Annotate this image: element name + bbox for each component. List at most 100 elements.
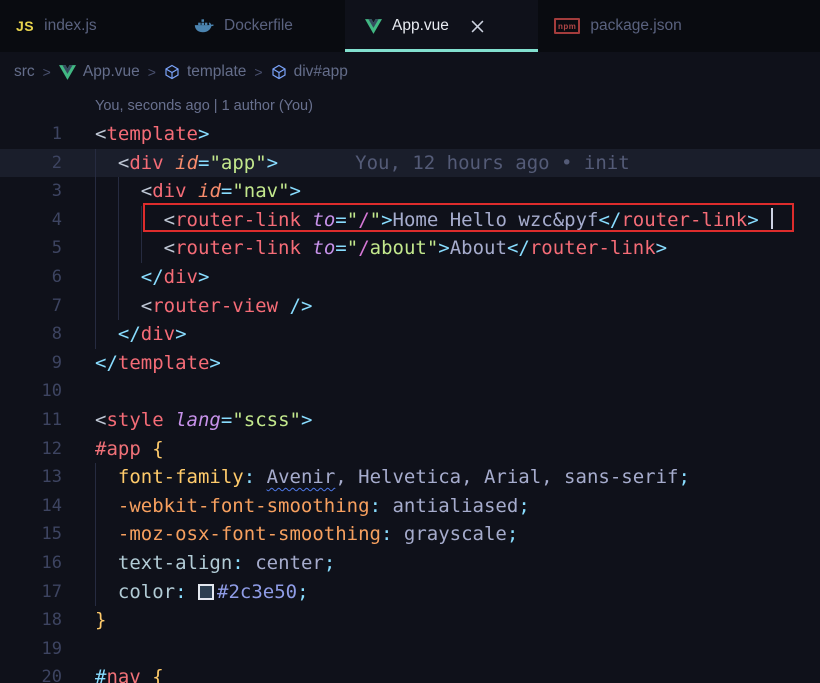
code-line[interactable]: 19	[0, 635, 820, 664]
token: </	[118, 323, 141, 345]
token: color	[118, 581, 175, 603]
token: ;	[324, 552, 335, 574]
code-line[interactable]: 11<style lang="scss">	[0, 406, 820, 435]
breadcrumb-item-src[interactable]: src	[14, 63, 35, 81]
breadcrumb-item-template[interactable]: template	[164, 63, 246, 81]
code-text: </template>	[95, 349, 221, 378]
code-text: <router-link to="/">Home Hello wzc&pyf</…	[95, 206, 773, 235]
tab-app-vue[interactable]: App.vue	[345, 0, 538, 52]
token	[95, 552, 118, 574]
token: </	[598, 209, 621, 231]
token: =	[221, 180, 232, 202]
close-icon[interactable]	[471, 20, 484, 33]
code-line[interactable]: 9 </template>	[0, 349, 820, 378]
tab-dockerfile[interactable]: Dockerfile	[168, 0, 345, 52]
token: /	[358, 209, 369, 231]
code-line[interactable]: 17 color: #2c3e50;	[0, 578, 820, 607]
code-text: -moz-osx-font-smoothing: grayscale;	[95, 520, 518, 549]
line-number: 4	[0, 206, 62, 235]
inline-blame-annotation: You, 12 hours ago • init	[355, 152, 630, 174]
code-line[interactable]: 18}	[0, 606, 820, 635]
breadcrumb-label: div#app	[294, 63, 348, 81]
line-number: 19	[0, 635, 62, 664]
token: =	[198, 152, 209, 174]
code-line[interactable]: 6 </div>	[0, 263, 820, 292]
code-text: <router-link to="/about">About</router-l…	[95, 234, 667, 263]
breadcrumb-label: template	[187, 63, 246, 81]
code-line[interactable]: 3 <div id="nav">	[0, 177, 820, 206]
token: >	[656, 237, 667, 259]
code-line[interactable]: 13 font-family: Avenir, Helvetica, Arial…	[0, 463, 820, 492]
line-number: 20	[0, 663, 62, 683]
token	[255, 466, 266, 488]
token: "app"	[209, 152, 266, 174]
line-number: 3	[0, 177, 62, 206]
token: , Helvetica, Arial, sans-serif	[335, 466, 678, 488]
code-line[interactable]: 15 -moz-osx-font-smoothing: grayscale;	[0, 520, 820, 549]
code-line[interactable]: 10	[0, 377, 820, 406]
breadcrumb: src>App.vue>template>div#app	[0, 52, 820, 92]
token: router-link	[175, 209, 301, 231]
token	[164, 409, 175, 431]
token: :	[370, 495, 381, 517]
token	[95, 581, 118, 603]
token: "scss"	[232, 409, 301, 431]
token: >	[175, 323, 186, 345]
code-text: }	[95, 606, 106, 635]
token	[141, 666, 152, 683]
token: to	[312, 237, 335, 259]
code-line[interactable]: 16 text-align: center;	[0, 549, 820, 578]
tab-index-js[interactable]: JSindex.js	[0, 0, 168, 52]
token: >	[198, 266, 209, 288]
color-swatch[interactable]	[198, 584, 214, 600]
token: <	[95, 409, 106, 431]
code-line[interactable]: 1<template>	[0, 120, 820, 149]
token: div	[129, 152, 163, 174]
codelens-blame[interactable]: You, seconds ago | 1 author (You)	[0, 92, 820, 120]
token: style	[106, 409, 163, 431]
token: <	[141, 180, 152, 202]
code-text: <div id="nav">	[95, 177, 301, 206]
code-line[interactable]: 8 </div>	[0, 320, 820, 349]
tab-label: App.vue	[392, 17, 449, 35]
token: div	[152, 180, 186, 202]
token: router-link	[530, 237, 656, 259]
token: >	[290, 180, 301, 202]
line-number: 5	[0, 234, 62, 263]
line-number: 9	[0, 349, 62, 378]
breadcrumb-item-app-vue[interactable]: App.vue	[59, 63, 140, 81]
tab-label: package.json	[590, 17, 681, 35]
code-line[interactable]: 4 <router-link to="/">Home Hello wzc&pyf…	[0, 206, 820, 235]
token: text-align	[118, 552, 232, 574]
cube-icon	[164, 64, 180, 80]
token	[187, 581, 198, 603]
line-number: 13	[0, 463, 62, 492]
tab-bar: JSindex.js Dockerfile App.vue npmpackage.js…	[0, 0, 820, 52]
code-line[interactable]: 12#app {	[0, 435, 820, 464]
token	[187, 180, 198, 202]
token: -webkit-font-smoothing	[118, 495, 370, 517]
breadcrumb-item-div-app[interactable]: div#app	[271, 63, 348, 81]
chevron-right-icon: >	[148, 64, 156, 80]
token: >	[198, 123, 209, 145]
tab-package-json[interactable]: npmpackage.json	[538, 0, 720, 52]
token: ;	[518, 495, 529, 517]
code-line[interactable]: 5 <router-link to="/about">About</router…	[0, 234, 820, 263]
line-number: 8	[0, 320, 62, 349]
token: >	[381, 209, 392, 231]
token	[141, 438, 152, 460]
breadcrumb-label: App.vue	[83, 63, 140, 81]
code-line[interactable]: 2 <div id="app">You, 12 hours ago • init	[0, 149, 820, 178]
code-line[interactable]: 20 #nav {	[0, 663, 820, 683]
token: #2c3e50	[217, 581, 297, 603]
token: >	[267, 152, 278, 174]
code-line[interactable]: 14 -webkit-font-smoothing: antialiased;	[0, 492, 820, 521]
tab-label: Dockerfile	[224, 17, 293, 35]
token: router-link	[175, 237, 301, 259]
token: {	[152, 438, 163, 460]
line-number: 12	[0, 435, 62, 464]
code-text: #nav {	[95, 663, 164, 683]
code-line[interactable]: 7 <router-view />	[0, 292, 820, 321]
token	[95, 323, 118, 345]
token: <	[118, 152, 129, 174]
